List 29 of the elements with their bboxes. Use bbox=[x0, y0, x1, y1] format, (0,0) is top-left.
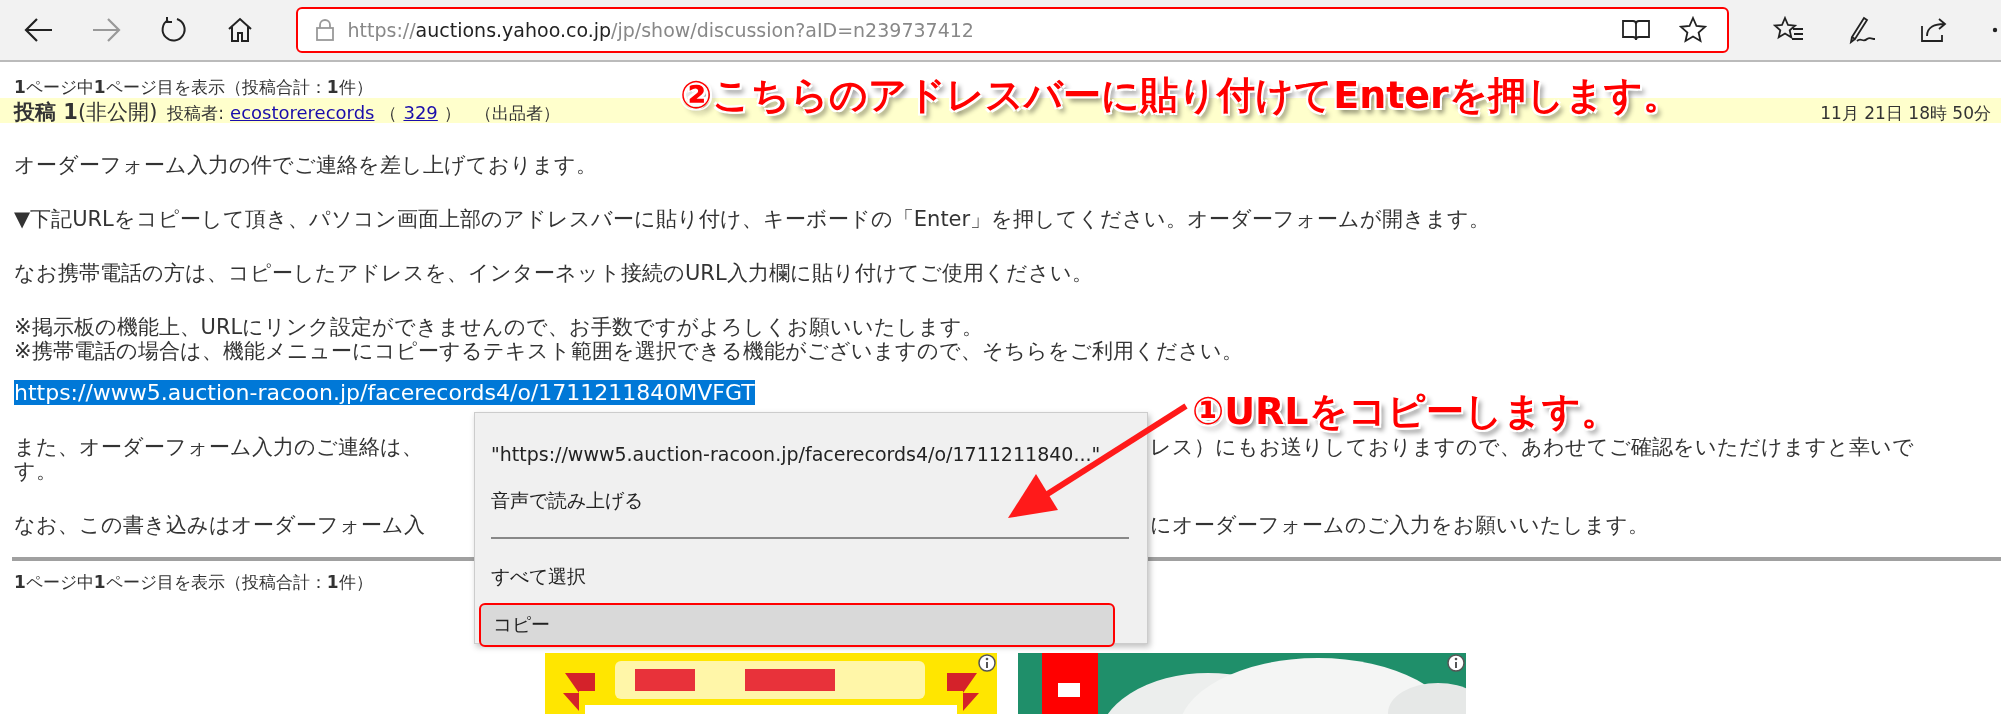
menu-item[interactable]: 音声で読み上げる bbox=[475, 477, 1147, 523]
message-text: す。 bbox=[14, 459, 58, 483]
selected-url-text: https://www5.auction-racoon.jp/facerecords4/o/1711211840MVFGT bbox=[14, 380, 755, 405]
author-link[interactable]: ecostorerecords bbox=[230, 102, 375, 123]
rating-link[interactable]: 329 bbox=[403, 102, 438, 123]
message-text: なお、この書き込みはオーダーフォーム入 bbox=[14, 513, 426, 537]
address-bar[interactable]: https://auctions.yahoo.co.jp/jp/show/discussion?aID=n239737412 bbox=[295, 7, 1729, 53]
message-text: また、オーダーフォーム入力のご連絡は、 bbox=[14, 435, 424, 459]
message-text: ※掲示板の機能上、URLにリンク設定ができませんので、お手数ですがよろしくお願いいたします。 bbox=[14, 315, 985, 339]
menu-item[interactable]: すべて選択 bbox=[475, 552, 1147, 599]
post-title: 投稿 1 bbox=[14, 99, 78, 126]
author-label: 投稿者: bbox=[167, 102, 225, 125]
message-text: なお携帯電話の方は、コピーしたアドレスを、インターネット接続のURL入力欄に貼り付けてご使用ください。 bbox=[14, 261, 1094, 285]
page-count-text: 1ページ中1ページ目を表示（投稿合計：1件） bbox=[14, 571, 373, 593]
message-text: ▼下記URLをコピーして頂き、パソコン画面上部のアドレスバーに貼り付け、キーボードの「Enter」を押してください。オーダーフォームが開きます。 bbox=[14, 207, 1492, 231]
page-count-text: 1ページ中1ページ目を表示（投稿合計：1件） bbox=[14, 76, 373, 98]
post-date: 11月 21日 18時 50分 bbox=[1820, 102, 1991, 125]
role-label: （出品者） bbox=[474, 102, 560, 125]
message-text: ※携帯電話の場合は、機能メニューにコピーするテキスト範囲を選択できる機能がございますので、そちらをご利用ください。 bbox=[14, 339, 1244, 363]
menu-item[interactable]: コピー bbox=[479, 602, 1115, 647]
message-text: にオーダーフォームのご入力をお願いいたします。 bbox=[1150, 513, 1650, 537]
paren-text: （ bbox=[380, 102, 398, 125]
paren-text: ） bbox=[443, 102, 461, 125]
annotation-text: ①URLをコピーします。 bbox=[1192, 388, 1619, 435]
message-text: レス）にもお送りしておりますので、あわせてご確認をいただけますと幸いで bbox=[1150, 435, 1915, 459]
menu-item[interactable]: "https://www5.auction-racoon.jp/facerecords4/o/1711211840..." bbox=[475, 431, 1147, 477]
annotation-text: ②こちらのアドレスバーに貼り付けてEnterを押します。 bbox=[680, 72, 1681, 119]
message-text: オーダーフォーム入力の件でご連絡を差し上げております。 bbox=[14, 153, 598, 177]
post-visibility: (非公開) bbox=[77, 99, 158, 126]
